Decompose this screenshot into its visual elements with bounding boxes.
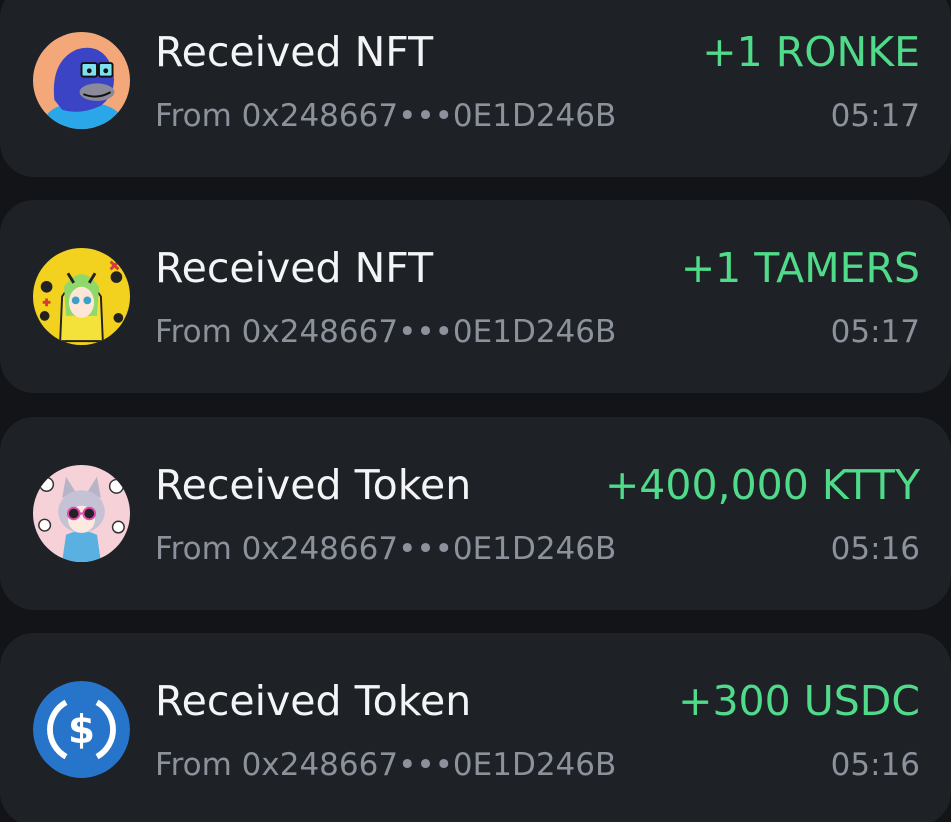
transaction-time: 05:17: [830, 98, 920, 134]
transaction-list: Received NFT +1 RONKE From 0x248667•••0E…: [0, 0, 951, 822]
transaction-row[interactable]: Received Token +400,000 KTTY From 0x2486…: [0, 417, 951, 610]
transaction-time: 05:16: [830, 531, 920, 567]
transaction-title: Received NFT: [155, 28, 434, 76]
transaction-amount: +1 TAMERS: [680, 244, 920, 292]
transaction-row[interactable]: Received NFT +1 RONKE From 0x248667•••0E…: [0, 0, 951, 177]
transaction-sender: From 0x248667•••0E1D246B: [155, 530, 616, 568]
transaction-amount: +1 RONKE: [702, 28, 920, 76]
transaction-sender: From 0x248667•••0E1D246B: [155, 313, 616, 351]
transaction-title: Received NFT: [155, 244, 434, 292]
usdc-icon: $: [33, 681, 130, 778]
from-label: From: [155, 747, 232, 783]
transaction-time: 05:16: [830, 747, 920, 783]
transaction-time: 05:17: [830, 314, 920, 350]
svg-text:$: $: [68, 708, 95, 753]
transaction-row[interactable]: $ Received Token +300 USDC From 0x248667…: [0, 633, 951, 822]
transaction-title: Received Token: [155, 461, 472, 509]
transaction-sender: From 0x248667•••0E1D246B: [155, 746, 616, 784]
transaction-amount: +400,000 KTTY: [604, 461, 920, 509]
tamers-anime-avatar-icon: [33, 248, 130, 345]
from-label: From: [155, 314, 232, 350]
ronke-ape-avatar-icon: [33, 32, 130, 129]
sender-address: 0x248667•••0E1D246B: [241, 747, 617, 783]
from-label: From: [155, 98, 232, 134]
sender-address: 0x248667•••0E1D246B: [241, 98, 617, 134]
transaction-amount: +300 USDC: [678, 677, 920, 725]
transaction-row[interactable]: Received NFT +1 TAMERS From 0x248667•••0…: [0, 200, 951, 393]
from-label: From: [155, 531, 232, 567]
ktty-cat-avatar-icon: [33, 465, 130, 562]
transaction-title: Received Token: [155, 677, 472, 725]
transaction-sender: From 0x248667•••0E1D246B: [155, 97, 616, 135]
sender-address: 0x248667•••0E1D246B: [241, 531, 617, 567]
sender-address: 0x248667•••0E1D246B: [241, 314, 617, 350]
